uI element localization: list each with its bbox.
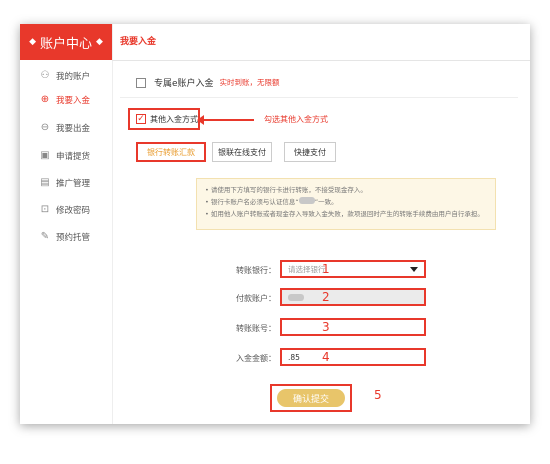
sidebar-item-label: 申请提货 bbox=[56, 152, 91, 162]
withdraw-icon: ⊖ bbox=[40, 122, 50, 133]
sidebar-item-label: 修改密码 bbox=[56, 206, 91, 216]
notice-line: • 如用他人账户转账或者现金存入导致入金失败，款项退回时产生的转账手续费由用户自… bbox=[205, 210, 484, 218]
step-number: 1 bbox=[322, 262, 330, 276]
account-label: 转账账号： bbox=[236, 324, 276, 333]
other-method-option[interactable]: ✓ 其他入金方式 bbox=[128, 108, 200, 130]
checkmark-icon[interactable]: ✓ bbox=[136, 114, 146, 124]
sidebar-item-custody[interactable]: ✎ 预约托管 bbox=[40, 229, 90, 245]
sidebar-header: ◆ 账户中心 ◆ bbox=[20, 24, 112, 60]
sidebar-item-label: 我要出金 bbox=[56, 124, 91, 134]
lock-icon: ⊡ bbox=[40, 204, 50, 215]
sidebar-item-label: 推广管理 bbox=[56, 179, 91, 189]
payer-account-field: 2 bbox=[280, 288, 426, 306]
submit-highlight: 确认提交 bbox=[270, 384, 352, 412]
diamond-icon: ◆ bbox=[29, 37, 36, 47]
sidebar-item-deposit[interactable]: ⊕ 我要入金 bbox=[40, 92, 90, 108]
promote-icon: ▤ bbox=[40, 177, 50, 188]
sidebar-item-label: 预约托管 bbox=[56, 233, 91, 243]
redacted-name bbox=[298, 197, 315, 204]
diamond-icon: ◆ bbox=[96, 37, 103, 47]
sidebar-item-label: 我要入金 bbox=[56, 96, 91, 106]
page-title: 我要入金 bbox=[120, 37, 157, 47]
sidebar-item-withdraw[interactable]: ⊖ 我要出金 bbox=[40, 120, 90, 136]
sidebar-item-password[interactable]: ⊡ 修改密码 bbox=[40, 202, 90, 218]
bank-label: 转账银行： bbox=[236, 266, 276, 275]
payer-label: 付款账户： bbox=[236, 294, 276, 303]
step-number: 2 bbox=[322, 290, 330, 304]
other-method-label: 其他入金方式 bbox=[150, 114, 198, 124]
bank-select[interactable]: 请选择银行 1 bbox=[280, 260, 426, 278]
submit-button[interactable]: 确认提交 bbox=[277, 389, 345, 407]
sidebar-item-promotion[interactable]: ▤ 推广管理 bbox=[40, 175, 90, 191]
exclusive-deposit-checkbox[interactable] bbox=[136, 77, 146, 88]
truck-icon: ▣ bbox=[40, 150, 50, 161]
tab-bank-transfer[interactable]: 银行转账汇款 bbox=[136, 142, 206, 162]
sidebar-item-my-account[interactable]: ⚇ 我的账户 bbox=[40, 68, 91, 84]
amount-input[interactable]: .85 4 bbox=[280, 348, 426, 366]
amount-label: 入金金额： bbox=[236, 354, 276, 363]
exclusive-deposit-note: 实时到账，无限额 bbox=[219, 78, 280, 87]
sidebar-item-label: 我的账户 bbox=[56, 72, 91, 82]
step-number: 4 bbox=[322, 350, 330, 364]
notice-box: • 请使用下方填写的银行卡进行转账，不接受现金存入。 • 银行卡账户名必须与认证… bbox=[196, 178, 496, 230]
sidebar-item-pickup[interactable]: ▣ 申请提货 bbox=[40, 148, 90, 164]
redacted-account bbox=[288, 293, 304, 301]
step-number: 5 bbox=[374, 388, 382, 402]
account-center-panel: ◆ 账户中心 ◆ ⚇ 我的账户 ⊕ 我要入金 ⊖ 我要出金 ▣ 申请提货 ▤ 推… bbox=[20, 24, 530, 424]
tab-quick-pay[interactable]: 快捷支付 bbox=[284, 142, 336, 162]
amount-value: .85 bbox=[288, 352, 300, 362]
exclusive-deposit-row: 专属e账户入金 实时到账，无限额 bbox=[136, 76, 280, 89]
annotation-text: 勾选其他入金方式 bbox=[264, 115, 328, 124]
divider bbox=[112, 60, 530, 61]
transfer-account-input[interactable]: 3 bbox=[280, 318, 426, 336]
user-icon: ⚇ bbox=[40, 70, 50, 81]
sidebar: ◆ 账户中心 ◆ ⚇ 我的账户 ⊕ 我要入金 ⊖ 我要出金 ▣ 申请提货 ▤ 推… bbox=[20, 24, 113, 424]
bank-select-placeholder: 请选择银行 bbox=[288, 264, 326, 274]
step-number: 3 bbox=[322, 320, 330, 334]
deposit-icon: ⊕ bbox=[40, 94, 50, 105]
exclusive-deposit-label: 专属e账户入金 bbox=[154, 79, 214, 89]
divider bbox=[120, 97, 518, 98]
notice-line: • 银行卡账户名必须与认证信息“ ”一致。 bbox=[205, 196, 487, 208]
sidebar-title: 账户中心 bbox=[39, 36, 92, 52]
arrow-left-icon bbox=[197, 115, 254, 125]
notice-line-part: ”一致。 bbox=[314, 198, 338, 206]
tab-unionpay-online[interactable]: 银联在线支付 bbox=[212, 142, 272, 162]
notice-line-part: • 银行卡账户名必须与认证信息“ bbox=[205, 198, 299, 206]
notice-line: • 请使用下方填写的银行卡进行转账，不接受现金存入。 bbox=[205, 186, 367, 194]
edit-icon: ✎ bbox=[40, 231, 50, 242]
chevron-down-icon bbox=[410, 267, 418, 272]
